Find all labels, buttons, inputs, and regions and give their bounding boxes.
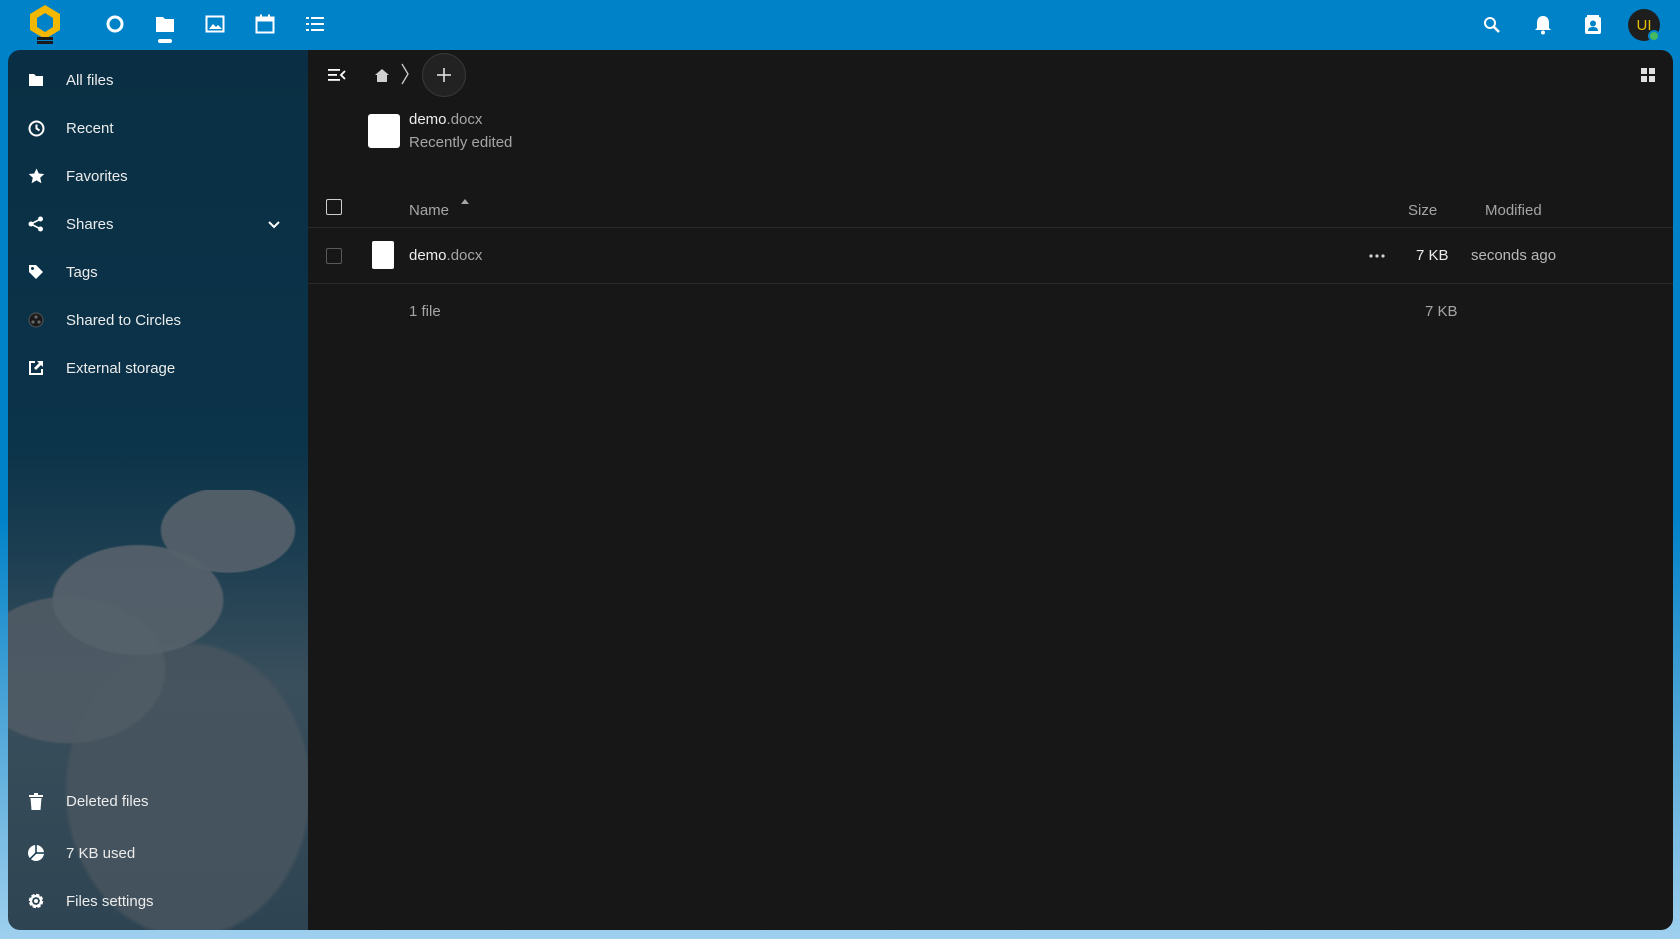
- logo-icon: [30, 5, 60, 44]
- files-main-content: demo.docx Recently edited Name Size Modi…: [308, 50, 1673, 930]
- breadcrumb-home[interactable]: [366, 60, 398, 90]
- sidebar-item-label: Favorites: [66, 167, 128, 185]
- gear-icon: [18, 892, 54, 910]
- sidebar-item-all-files[interactable]: All files: [18, 58, 298, 102]
- circles-icon: [18, 312, 54, 328]
- tasks-app-icon[interactable]: [301, 10, 329, 38]
- sidebar-item-favorites[interactable]: Favorites: [18, 154, 298, 198]
- sidebar-item-recent[interactable]: Recent: [18, 106, 298, 150]
- share-icon: [18, 216, 54, 232]
- row-checkbox[interactable]: [326, 248, 342, 264]
- top-header: UI: [0, 0, 1680, 50]
- sidebar-item-deleted-files[interactable]: Deleted files: [18, 779, 298, 823]
- sidebar: All files Recent Favorites Shares Tags S…: [8, 50, 308, 930]
- trash-icon: [18, 792, 54, 810]
- folder-icon: [156, 17, 174, 32]
- sidebar-item-label: Shared to Circles: [66, 311, 182, 329]
- folder-icon: [18, 73, 54, 87]
- dashboard-app-icon[interactable]: [101, 10, 129, 38]
- storage-usage[interactable]: 7 KB used: [18, 831, 298, 875]
- column-size-header[interactable]: Size: [1408, 202, 1437, 219]
- recent-file-name: demo.docx: [409, 111, 483, 128]
- recent-file-tile[interactable]: demo.docx Recently edited: [368, 108, 628, 156]
- file-name[interactable]: demo.docx: [409, 247, 482, 264]
- calendar-app-icon[interactable]: [251, 10, 279, 38]
- sidebar-item-shares[interactable]: Shares: [18, 202, 298, 246]
- sidebar-item-external-storage[interactable]: External storage: [18, 346, 298, 390]
- menu-collapse-icon: [328, 69, 346, 81]
- sidebar-item-label: Tags: [66, 263, 98, 281]
- sidebar-item-label: External storage: [66, 359, 176, 377]
- column-name-header[interactable]: Name: [409, 202, 449, 219]
- sidebar-item-shared-to-circles[interactable]: Shared to Circles: [18, 298, 298, 342]
- sidebar-item-label: Files settings: [66, 892, 154, 910]
- active-app-indicator: [158, 39, 172, 43]
- sort-ascending-icon: [461, 199, 469, 204]
- file-list-header: Name Size Modified: [308, 178, 1673, 228]
- column-modified-header[interactable]: Modified: [1485, 202, 1542, 219]
- image-icon: [205, 15, 225, 33]
- calendar-icon: [255, 14, 275, 34]
- notifications-button[interactable]: [1528, 10, 1558, 40]
- toggle-sidebar-button[interactable]: [322, 60, 352, 90]
- grid-icon: [1641, 68, 1655, 82]
- external-link-icon: [18, 360, 54, 376]
- list-icon: [306, 17, 324, 31]
- search-button[interactable]: [1477, 10, 1507, 40]
- breadcrumb-separator-icon: [400, 62, 410, 91]
- sidebar-item-label: Deleted files: [66, 792, 149, 810]
- sidebar-item-files-settings[interactable]: Files settings: [18, 879, 298, 923]
- table-row[interactable]: demo.docx 7 KB seconds ago: [308, 229, 1673, 284]
- document-thumbnail: [368, 114, 400, 148]
- tag-icon: [18, 264, 54, 280]
- chevron-down-icon[interactable]: [268, 216, 280, 234]
- grid-view-toggle[interactable]: [1631, 60, 1665, 90]
- photos-app-icon[interactable]: [201, 10, 229, 38]
- app-logo[interactable]: [24, 3, 66, 47]
- file-count-summary: 1 file: [409, 303, 441, 320]
- app-content: All files Recent Favorites Shares Tags S…: [8, 50, 1673, 930]
- home-icon: [375, 68, 389, 82]
- document-thumbnail: [372, 241, 394, 269]
- clock-icon: [18, 120, 54, 137]
- file-modified: seconds ago: [1471, 247, 1557, 264]
- sidebar-item-label: Shares: [66, 215, 114, 233]
- contacts-icon: [1585, 15, 1601, 34]
- plus-icon: [437, 68, 451, 82]
- search-icon: [1484, 17, 1500, 33]
- circle-icon: [106, 15, 124, 33]
- sidebar-item-label: All files: [66, 71, 114, 89]
- file-size: 7 KB: [1416, 247, 1449, 264]
- files-app-icon[interactable]: [151, 10, 179, 38]
- sidebar-item-label: Recent: [66, 119, 114, 137]
- storage-usage-label: 7 KB used: [66, 844, 136, 862]
- star-icon: [18, 168, 54, 184]
- online-status-indicator: [1648, 30, 1660, 42]
- select-all-checkbox[interactable]: [326, 199, 342, 215]
- bell-icon: [1535, 16, 1551, 35]
- more-horizontal-icon: [1369, 254, 1385, 258]
- sidebar-item-tags[interactable]: Tags: [18, 250, 298, 294]
- file-actions-button[interactable]: [1362, 241, 1392, 271]
- pie-chart-icon: [18, 844, 54, 862]
- contacts-button[interactable]: [1578, 10, 1608, 40]
- total-size-summary: 7 KB: [1425, 303, 1458, 320]
- recent-file-subtitle: Recently edited: [409, 134, 513, 151]
- new-item-button[interactable]: [422, 53, 466, 97]
